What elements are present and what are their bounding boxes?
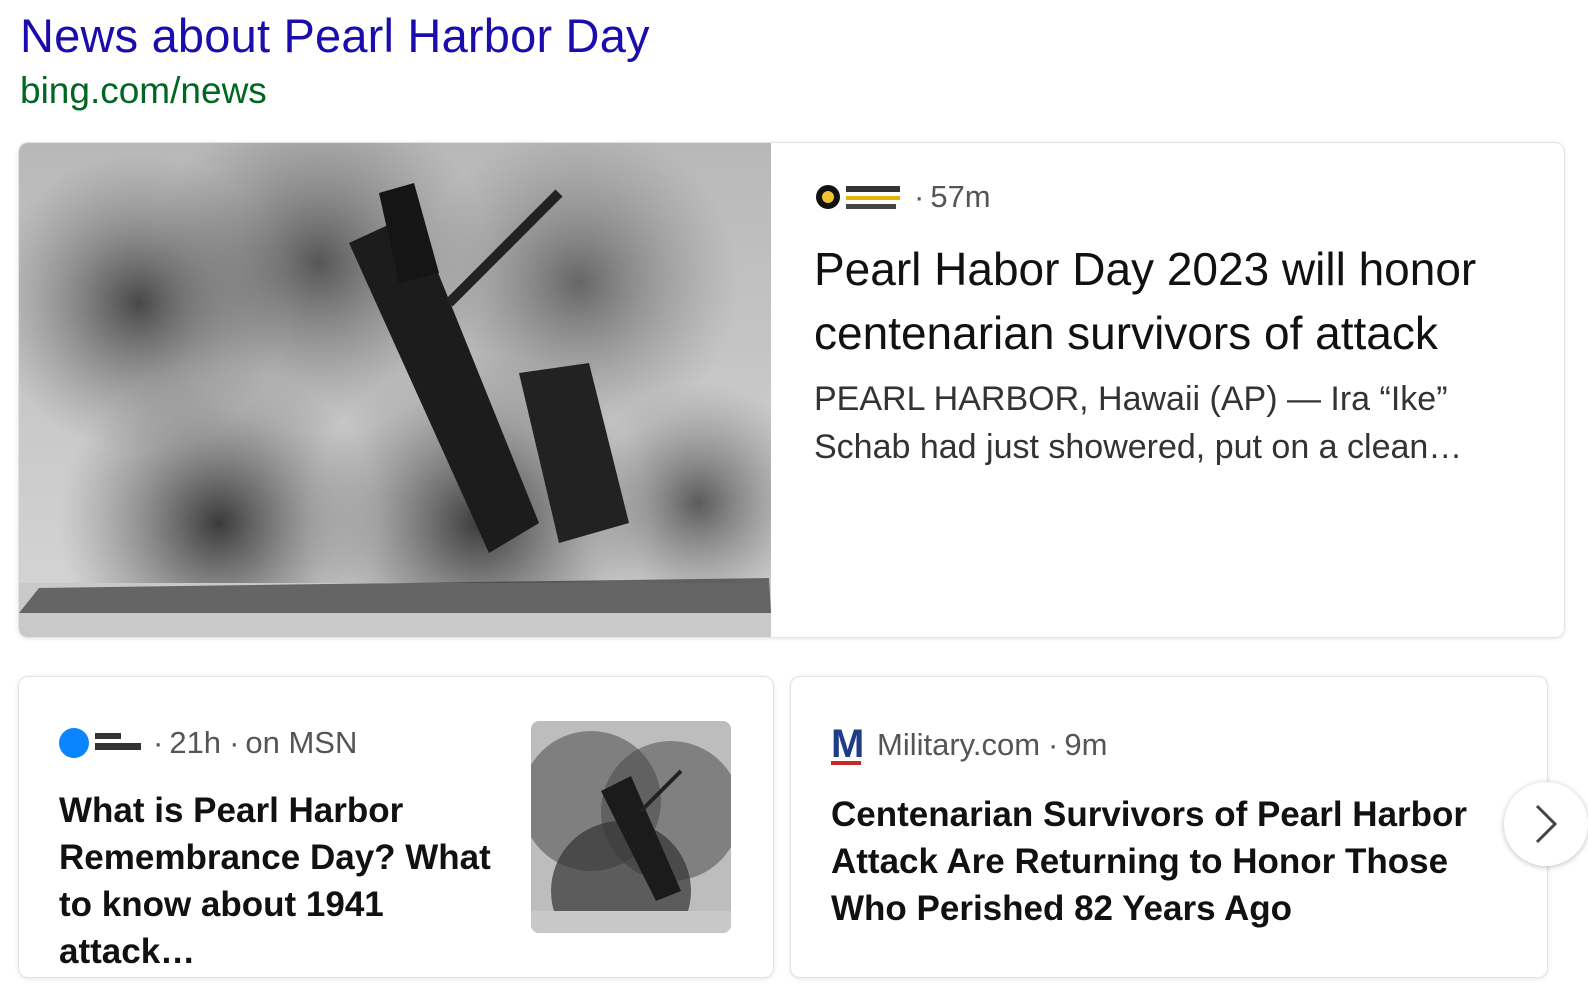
carousel-next-button[interactable] xyxy=(1504,782,1588,866)
news-card-via: on MSN xyxy=(245,725,358,760)
featured-news-headline[interactable]: Pearl Habor Day 2023 will honor centenar… xyxy=(814,237,1514,365)
news-card-meta: · 21h · on MSN xyxy=(59,725,519,761)
news-card-source: Military.com xyxy=(877,727,1041,762)
pennlive-logo-icon xyxy=(816,185,900,209)
featured-news-body: · 57m Pearl Habor Day 2023 will honor ce… xyxy=(814,179,1514,471)
news-card-headline[interactable]: Centenarian Survivors of Pearl Harbor At… xyxy=(831,791,1491,932)
news-card-military[interactable]: M Military.com · 9m Centenarian Survivor… xyxy=(790,676,1548,978)
meta-separator: · xyxy=(1048,727,1059,762)
meta-separator: · xyxy=(229,725,240,760)
featured-news-card[interactable]: · 57m Pearl Habor Day 2023 will honor ce… xyxy=(18,142,1565,638)
chevron-right-icon xyxy=(1535,804,1558,844)
news-card-time: 9m xyxy=(1064,727,1108,762)
news-card-time: 21h xyxy=(169,725,222,760)
military-logo-icon: M xyxy=(831,722,865,766)
news-card-body: · 21h · on MSN What is Pearl Harbor Reme… xyxy=(59,725,519,975)
news-card-meta: M Military.com · 9m xyxy=(831,722,1491,766)
usa-today-logo-icon xyxy=(59,728,141,758)
news-card-usa-today[interactable]: · 21h · on MSN What is Pearl Harbor Reme… xyxy=(18,676,774,978)
featured-news-time: 57m xyxy=(930,179,991,214)
meta-separator: · xyxy=(153,725,164,760)
news-section-title[interactable]: News about Pearl Harbor Day xyxy=(20,8,650,63)
featured-news-snippet: PEARL HARBOR, Hawaii (AP) — Ira “Ike” Sc… xyxy=(814,380,1463,466)
news-source-url[interactable]: bing.com/news xyxy=(20,70,267,112)
news-card-thumbnail[interactable] xyxy=(531,721,731,933)
meta-separator: · xyxy=(914,179,925,214)
featured-news-image[interactable] xyxy=(19,143,771,637)
news-card-headline[interactable]: What is Pearl Harbor Remembrance Day? Wh… xyxy=(59,787,519,975)
featured-news-meta: · 57m xyxy=(814,179,1514,215)
news-card-body: M Military.com · 9m Centenarian Survivor… xyxy=(831,722,1491,932)
